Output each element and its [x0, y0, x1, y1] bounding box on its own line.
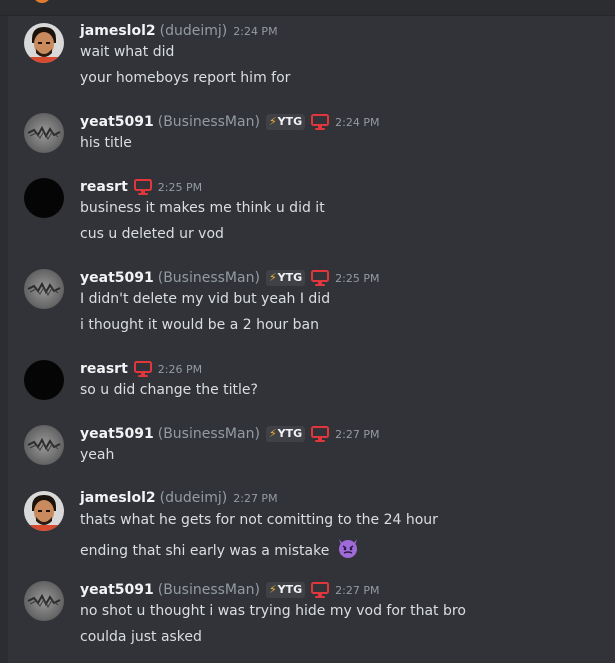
avatar-sliver [33, 0, 51, 3]
monitor-icon [311, 582, 330, 598]
lightning-bolt-icon: ⚡ [268, 271, 277, 284]
message-text: i thought it would be a 2 hour ban [80, 317, 319, 333]
message-header: reasrt 2:26 PM [80, 359, 202, 379]
username[interactable]: jameslol2 [80, 23, 156, 39]
message-header: jameslol2 (dudeimj) 2:27 PM [80, 488, 278, 508]
user-alias: (dudeimj) [159, 23, 228, 39]
username[interactable]: yeat5091 [80, 270, 154, 286]
message-header: reasrt 2:25 PM [80, 177, 202, 197]
message-text: ending that shi early was a mistake [80, 537, 360, 559]
clan-tag-label: YTG [277, 427, 303, 440]
smiling-imp-emoji-icon[interactable] [336, 537, 360, 565]
timestamp[interactable]: 2:25 PM [335, 272, 379, 285]
message-text: thats what he gets for not comitting to … [80, 512, 438, 528]
timestamp[interactable]: 2:27 PM [233, 492, 277, 505]
message-header: yeat5091 (BusinessMan) ⚡ YTG 2:27 PM [80, 580, 380, 600]
user-alias: (BusinessMan) [157, 582, 260, 598]
monitor-icon [133, 361, 152, 377]
message-text: business it makes me think u did it [80, 200, 325, 216]
message-header: jameslol2 (dudeimj) 2:24 PM [80, 21, 278, 41]
avatar[interactable] [24, 491, 64, 531]
username[interactable]: jameslol2 [80, 490, 156, 506]
channel-header-edge [0, 0, 615, 16]
message-text: no shot u thought i was trying hide my v… [80, 603, 466, 619]
message-text: his title [80, 135, 132, 151]
avatar[interactable] [24, 113, 64, 153]
message-text: cus u deleted ur vod [80, 226, 224, 242]
user-alias: (BusinessMan) [157, 270, 260, 286]
avatar[interactable] [24, 23, 64, 63]
clan-tag-badge[interactable]: ⚡ YTG [265, 270, 306, 286]
message-text: wait what did [80, 44, 175, 60]
avatar[interactable] [24, 581, 64, 621]
lightning-bolt-icon: ⚡ [268, 427, 277, 440]
timestamp[interactable]: 2:25 PM [158, 181, 202, 194]
user-alias: (BusinessMan) [157, 114, 260, 130]
timestamp[interactable]: 2:26 PM [158, 363, 202, 376]
message-text: I didn't delete my vid but yeah I did [80, 291, 331, 307]
message-header: yeat5091 (BusinessMan) ⚡ YTG 2:27 PM [80, 424, 380, 444]
message-text: so u did change the title? [80, 382, 258, 398]
timestamp[interactable]: 2:24 PM [335, 116, 379, 129]
username[interactable]: reasrt [80, 179, 128, 195]
message-text: coulda just asked [80, 629, 202, 645]
clan-tag-badge[interactable]: ⚡ YTG [265, 582, 306, 598]
message-text: your homeboys report him for [80, 70, 291, 86]
clan-tag-badge[interactable]: ⚡ YTG [265, 114, 306, 130]
user-alias: (BusinessMan) [157, 426, 260, 442]
timestamp[interactable]: 2:24 PM [233, 25, 277, 38]
timestamp[interactable]: 2:27 PM [335, 428, 379, 441]
clan-tag-label: YTG [277, 115, 303, 128]
avatar[interactable] [24, 269, 64, 309]
message-header: yeat5091 (BusinessMan) ⚡ YTG 2:24 PM [80, 112, 380, 132]
avatar[interactable] [24, 425, 64, 465]
monitor-icon [311, 114, 330, 130]
message-text-content: ending that shi early was a mistake [80, 543, 330, 559]
username[interactable]: yeat5091 [80, 426, 154, 442]
timestamp[interactable]: 2:27 PM [335, 584, 379, 597]
message-text: yeah [80, 447, 115, 463]
lightning-bolt-icon: ⚡ [268, 583, 277, 596]
message-header: yeat5091 (BusinessMan) ⚡ YTG 2:25 PM [80, 268, 380, 288]
avatar[interactable] [24, 360, 64, 400]
clan-tag-label: YTG [277, 583, 303, 596]
clan-tag-label: YTG [277, 271, 303, 284]
left-rail [0, 16, 8, 663]
avatar[interactable] [24, 178, 64, 218]
monitor-icon [311, 426, 330, 442]
username[interactable]: yeat5091 [80, 582, 154, 598]
username[interactable]: yeat5091 [80, 114, 154, 130]
lightning-bolt-icon: ⚡ [268, 115, 277, 128]
monitor-icon [311, 270, 330, 286]
clan-tag-badge[interactable]: ⚡ YTG [265, 426, 306, 442]
monitor-icon [133, 179, 152, 195]
user-alias: (dudeimj) [159, 490, 228, 506]
username[interactable]: reasrt [80, 361, 128, 377]
